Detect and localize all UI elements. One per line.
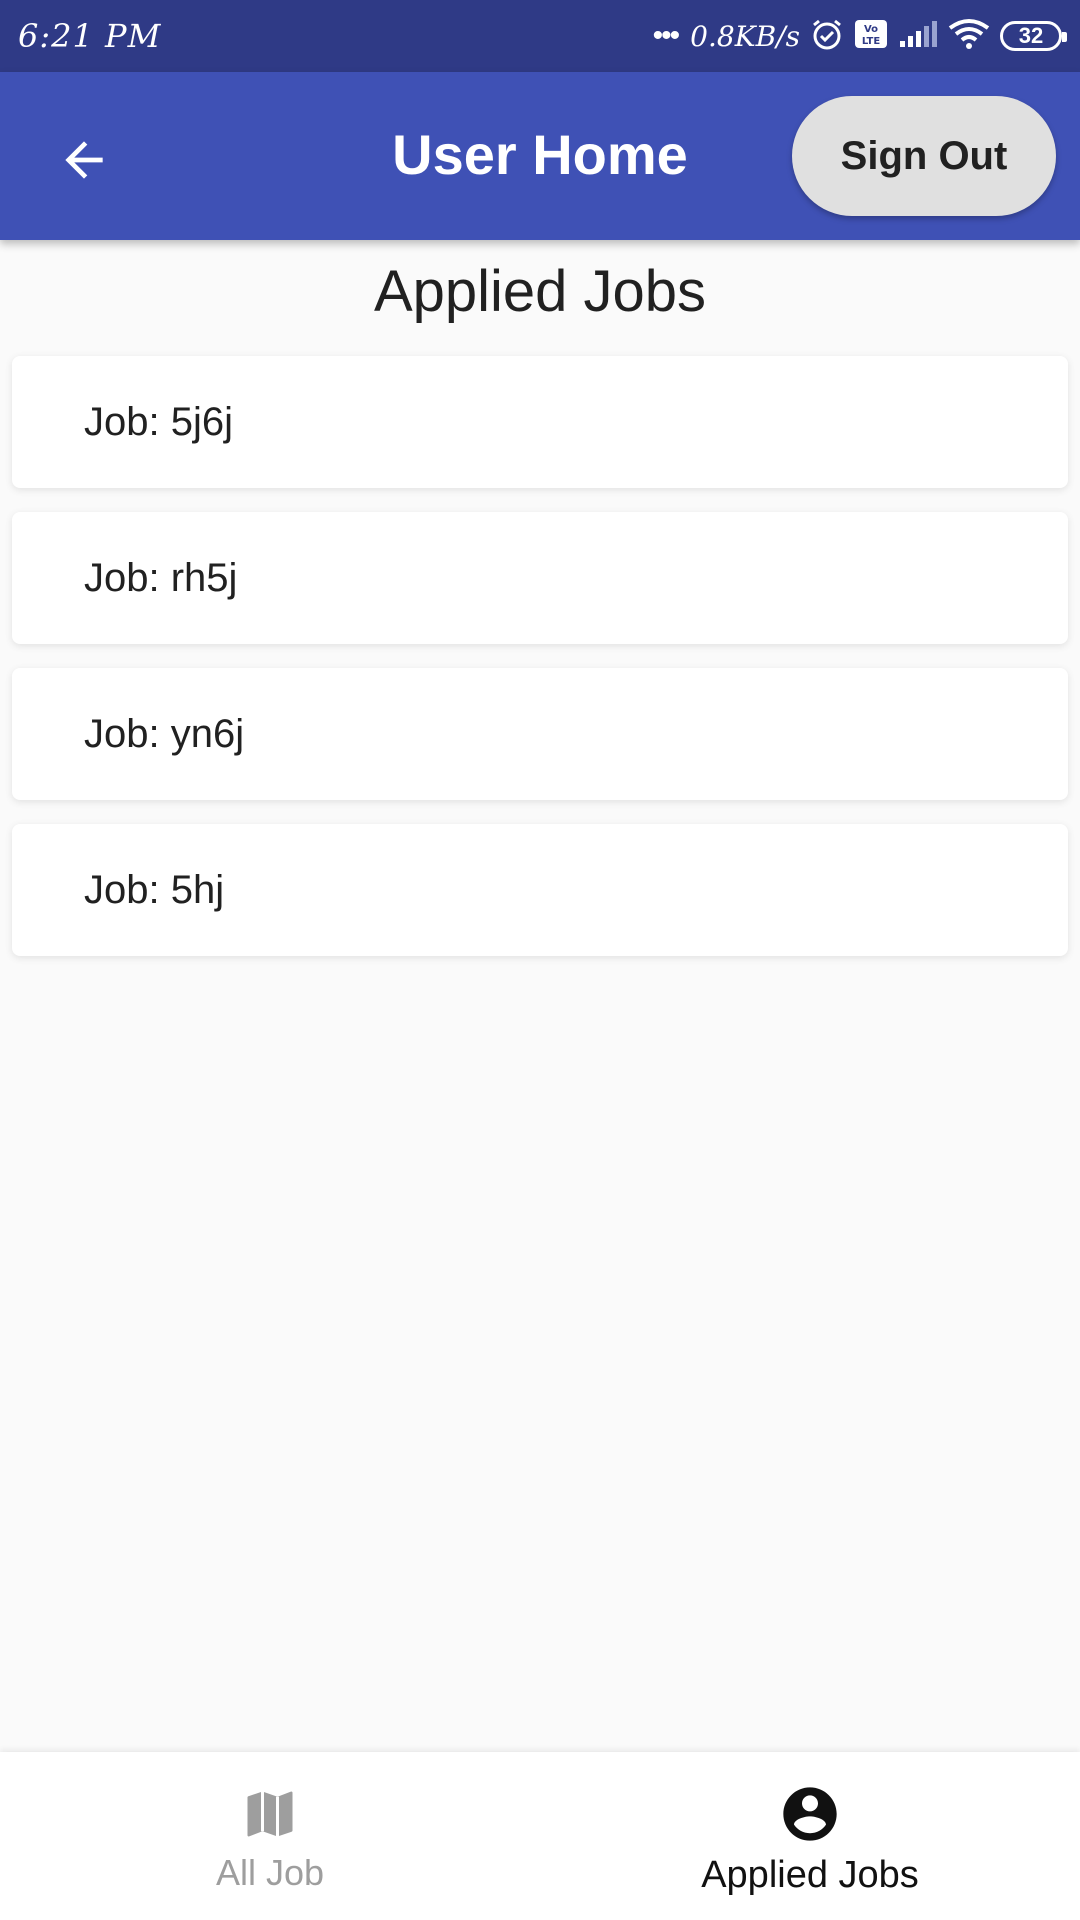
nav-label-applied-jobs: Applied Jobs: [701, 1853, 919, 1896]
job-card[interactable]: Job: 5hj: [12, 824, 1068, 956]
status-time: 6:21 PM: [18, 17, 162, 55]
account-circle-icon: [783, 1786, 837, 1841]
job-label: Job: yn6j: [84, 711, 245, 756]
job-label: Job: rh5j: [84, 555, 238, 600]
nav-label-all-job: All Job: [215, 1852, 325, 1893]
svg-text:LTE: LTE: [862, 36, 881, 47]
section-title: Applied Jobs: [373, 259, 707, 324]
bottom-navigation: All Job Applied Jobs: [0, 1752, 1080, 1920]
network-speed: 0.8KB/s: [690, 19, 800, 53]
svg-text:Vo: Vo: [864, 24, 878, 35]
more-dots-icon: •••: [652, 19, 680, 52]
job-card[interactable]: Job: yn6j: [12, 668, 1068, 800]
alarm-icon: [810, 17, 844, 56]
status-bar: 6:21 PM ••• 0.8KB/s Vo LTE 32: [0, 0, 1080, 72]
sign-out-button[interactable]: Sign Out: [792, 96, 1056, 216]
volte-icon: Vo LTE: [854, 19, 888, 54]
app-bar: User Home Sign Out: [0, 72, 1080, 240]
nav-item-all-job[interactable]: All Job: [0, 1752, 540, 1920]
job-label: Job: 5hj: [84, 867, 225, 912]
map-icon: [247, 1791, 293, 1837]
wifi-icon: [948, 18, 990, 55]
battery-icon: 32: [1000, 21, 1067, 51]
job-label: Job: 5j6j: [84, 399, 233, 444]
status-icons: ••• 0.8KB/s Vo LTE 32: [652, 17, 1067, 56]
job-list: Job: 5j6j Job: rh5j Job: yn6j Job: 5hj: [12, 356, 1068, 980]
nav-item-applied-jobs[interactable]: Applied Jobs: [540, 1752, 1080, 1920]
job-card[interactable]: Job: rh5j: [12, 512, 1068, 644]
job-card[interactable]: Job: 5j6j: [12, 356, 1068, 488]
cellular-signal-icon: [898, 19, 938, 54]
screen: 6:21 PM ••• 0.8KB/s Vo LTE 32 User Home …: [0, 0, 1080, 1920]
